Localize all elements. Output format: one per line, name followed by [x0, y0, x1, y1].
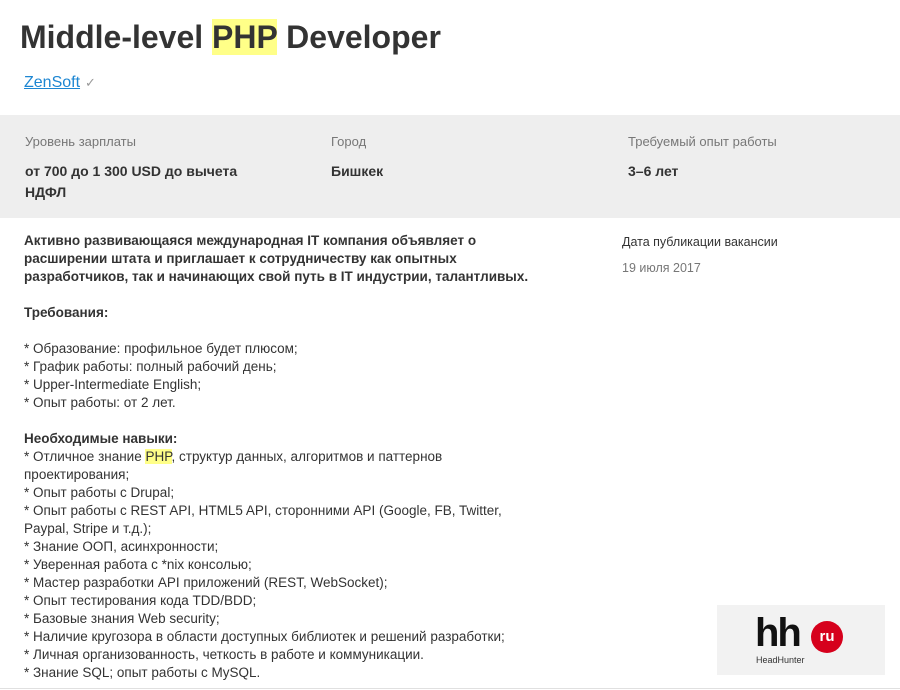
- publication-date: 19 июля 2017: [622, 261, 701, 275]
- company-link[interactable]: ZenSoft: [24, 74, 80, 91]
- requirement-item: * Образование: профильное будет плюсом;: [24, 341, 298, 356]
- city-label: Город: [331, 134, 367, 149]
- skill-item: проектирования;: [24, 467, 130, 482]
- city-block: Город Бишкек: [331, 134, 383, 182]
- info-bar: Уровень зарплаты от 700 до 1 300 USD до …: [0, 115, 900, 218]
- title-prefix: Middle-level: [20, 19, 213, 55]
- skill-item: * Опыт тестирования кода TDD/BDD;: [24, 593, 257, 608]
- headhunter-logo: hh ru HeadHunter: [717, 605, 885, 675]
- salary-value-line1: от 700 до 1 300 USD до вычета: [25, 163, 238, 179]
- requirement-item: * График работы: полный рабочий день;: [24, 359, 277, 374]
- skill-item: * Опыт работы с Drupal;: [24, 485, 175, 500]
- skill-item: Paypal, Stripe и т.д.);: [24, 521, 152, 536]
- skills-heading: Необходимые навыки:: [24, 431, 178, 446]
- skill-item: * Знание SQL; опыт работы с MySQL.: [24, 665, 261, 680]
- vacancy-description: Активно развивающаяся международная IT к…: [24, 232, 564, 682]
- intro-line: разработчиков, так и начинающих свой пут…: [24, 269, 529, 284]
- skill-item: * Опыт работы с REST API, HTML5 API, сто…: [24, 503, 502, 518]
- salary-label: Уровень зарплаты: [25, 134, 136, 149]
- logo-ru-circle: ru: [811, 621, 843, 653]
- divider: [0, 688, 900, 689]
- intro-text: Активно развивающаяся международная IT к…: [24, 232, 564, 286]
- experience-block: Требуемый опыт работы 3–6 лет: [628, 134, 777, 182]
- company-row: ZenSoft ✓: [24, 73, 96, 93]
- publication-label: Дата публикации вакансии: [622, 235, 778, 249]
- title-highlight: PHP: [212, 19, 278, 55]
- experience-label: Требуемый опыт работы: [628, 134, 777, 149]
- intro-line: расширении штата и приглашает к сотрудни…: [24, 251, 457, 266]
- skill-php-highlight: PHP: [145, 449, 172, 464]
- skill-item: * Уверенная работа с *nix консолью;: [24, 557, 252, 572]
- intro-line: Активно развивающаяся международная IT к…: [24, 233, 477, 248]
- city-value: Бишкек: [331, 163, 384, 179]
- logo-hh-text: hh: [755, 611, 802, 655]
- skill-item: * Базовые знания Web security;: [24, 611, 220, 626]
- skill-item-php: * Отличное знание PHP, структур данных, …: [24, 448, 564, 466]
- salary-value: от 700 до 1 300 USD до вычета НДФЛ: [25, 161, 237, 203]
- checkmark-icon: ✓: [85, 75, 96, 90]
- vacancy-title: Middle-level PHP Developer: [20, 17, 441, 57]
- requirement-item: * Опыт работы: от 2 лет.: [24, 395, 176, 410]
- skill-item: * Личная организованность, четкость в ра…: [24, 647, 424, 662]
- skill-item: * Мастер разработки API приложений (REST…: [24, 575, 388, 590]
- requirement-item: * Upper-Intermediate English;: [24, 377, 202, 392]
- title-suffix: Developer: [277, 19, 441, 55]
- salary-block: Уровень зарплаты от 700 до 1 300 USD до …: [25, 134, 237, 203]
- skill-item: * Знание ООП, асинхронности;: [24, 539, 219, 554]
- skill-item: * Наличие кругозора в области доступных …: [24, 629, 505, 644]
- experience-value: 3–6 лет: [628, 163, 679, 179]
- publication-info: Дата публикации вакансии 19 июля 2017: [622, 234, 778, 276]
- logo-subtitle: HeadHunter: [756, 655, 805, 665]
- salary-value-line2: НДФЛ: [25, 184, 67, 200]
- skill-php-prefix: * Отличное знание: [24, 449, 146, 464]
- skill-php-suffix: , структур данных, алгоритмов и паттерно…: [171, 449, 443, 464]
- requirements-heading: Требования:: [24, 305, 109, 320]
